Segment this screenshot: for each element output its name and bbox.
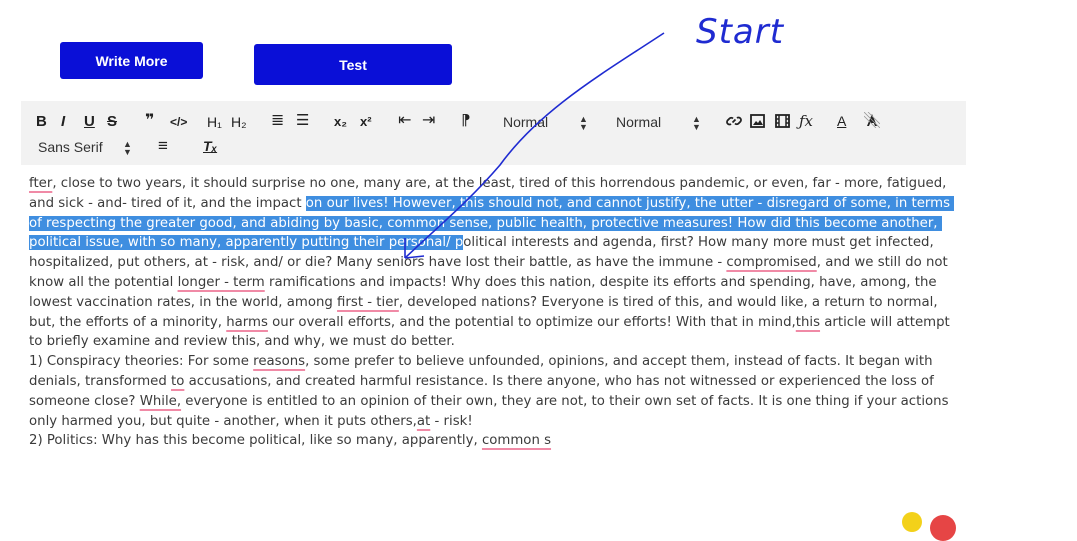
clear-format-button[interactable]: Tₓ bbox=[203, 137, 217, 155]
spell-error: reasons bbox=[253, 354, 306, 370]
underline-button[interactable]: U bbox=[84, 113, 95, 131]
test-button[interactable]: Test bbox=[254, 44, 452, 85]
ordered-list-button[interactable]: ≣ bbox=[271, 112, 284, 130]
chevron-updown-icon: ▲ ▼ bbox=[692, 114, 701, 132]
paragraph-text: our overall efforts, and the potential t… bbox=[267, 314, 796, 330]
superscript-button[interactable]: x² bbox=[360, 113, 372, 131]
spell-error: harms bbox=[226, 314, 268, 330]
header2-button[interactable]: H₂ bbox=[231, 113, 247, 131]
spell-error: fter bbox=[29, 176, 53, 191]
font-select-value: Sans Serif bbox=[38, 139, 103, 155]
header-select[interactable]: Normal ▲ ▼ bbox=[616, 114, 701, 132]
spell-error: common s bbox=[481, 433, 552, 449]
code-button[interactable]: </> bbox=[170, 113, 187, 131]
text-color-icon[interactable]: A bbox=[837, 112, 846, 130]
spell-error: compromised bbox=[726, 255, 817, 271]
bold-button[interactable]: B bbox=[36, 113, 47, 131]
quote-button[interactable]: ❞ bbox=[145, 112, 154, 130]
spell-error: longer - term bbox=[177, 274, 265, 290]
text-direction-button[interactable]: ⁋ bbox=[461, 112, 471, 130]
formula-icon[interactable]: ƒx bbox=[799, 112, 813, 130]
outdent-button[interactable]: ⇤ bbox=[398, 112, 411, 130]
badge-icon bbox=[902, 512, 922, 532]
chevron-updown-icon: ▲ ▼ bbox=[123, 139, 132, 157]
editor-content[interactable]: fter, close to two years, it should surp… bbox=[29, 174, 959, 451]
spell-error: to bbox=[171, 373, 185, 389]
video-icon[interactable] bbox=[775, 114, 790, 128]
align-button[interactable]: ≡ bbox=[158, 137, 168, 155]
link-icon[interactable] bbox=[726, 113, 742, 129]
font-select[interactable]: Sans Serif ▲ ▼ bbox=[38, 139, 138, 157]
badge-icon bbox=[930, 515, 956, 541]
chevron-updown-icon: ▲ ▼ bbox=[579, 114, 588, 132]
size-select-value: Normal bbox=[503, 114, 549, 130]
spell-error: While, bbox=[139, 393, 182, 409]
indent-button[interactable]: ⇥ bbox=[422, 112, 435, 130]
background-color-icon[interactable] bbox=[864, 112, 880, 128]
strike-button[interactable]: S bbox=[107, 113, 117, 131]
write-more-button[interactable]: Write More bbox=[60, 42, 203, 79]
annotation-label: Start bbox=[696, 12, 785, 52]
size-select[interactable]: Normal ▲ ▼ bbox=[503, 114, 588, 132]
editor-toolbar: B I U S ❞ </> H₁ H₂ ≣ ☰ x₂ x² ⇤ ⇥ ⁋ Norm… bbox=[21, 101, 966, 165]
image-icon[interactable] bbox=[750, 114, 765, 128]
bullet-list-button[interactable]: ☰ bbox=[296, 112, 309, 130]
subscript-button[interactable]: x₂ bbox=[334, 113, 347, 131]
header-select-value: Normal bbox=[616, 114, 662, 130]
italic-button[interactable]: I bbox=[61, 113, 65, 131]
header1-button[interactable]: H₁ bbox=[207, 113, 222, 131]
spell-error: at bbox=[416, 413, 431, 429]
spell-error: this bbox=[795, 314, 821, 330]
spell-error: first - tier bbox=[337, 294, 399, 310]
